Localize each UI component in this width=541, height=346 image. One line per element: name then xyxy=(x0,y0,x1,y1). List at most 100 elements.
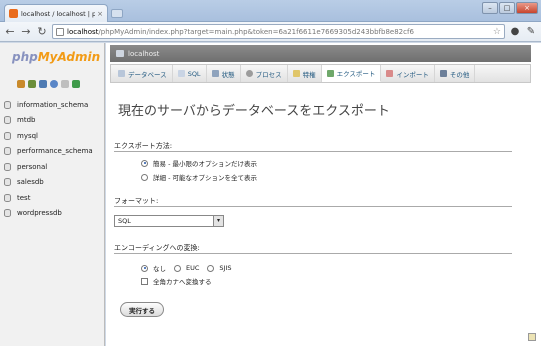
url-path: /phpMyAdmin/index.php?target=main.php&to… xyxy=(98,27,414,36)
tab-label: インポート xyxy=(396,70,429,79)
forward-icon[interactable]: → xyxy=(20,25,32,38)
tab-databases[interactable]: データベース xyxy=(113,65,173,82)
database-icon xyxy=(4,147,11,156)
database-list: information_schema mtdb mysql performanc… xyxy=(4,97,93,221)
wrench-icon[interactable]: ✎ xyxy=(525,26,537,37)
page-title: 現在のサーバからデータベースをエクスポート xyxy=(118,104,390,119)
tab-title: localhost / localhost | phpMy xyxy=(21,9,96,18)
database-item[interactable]: mysql xyxy=(4,128,93,144)
browser-tab[interactable]: localhost / localhost | phpMy × xyxy=(4,4,108,22)
tab-label: 特権 xyxy=(302,70,316,79)
tab-import[interactable]: インポート xyxy=(381,65,435,82)
export-icon xyxy=(326,69,334,77)
divider xyxy=(114,253,512,254)
database-name: mysql xyxy=(17,131,38,140)
import-icon xyxy=(386,70,394,77)
format-select[interactable]: SQL ▾ xyxy=(114,215,224,227)
database-icon xyxy=(4,162,11,171)
go-button[interactable]: 実行する xyxy=(120,302,164,317)
radio-euc[interactable] xyxy=(174,264,181,272)
docs-icon[interactable] xyxy=(61,80,69,88)
database-name: mtdb xyxy=(17,116,36,125)
help-icon[interactable] xyxy=(50,80,58,88)
database-name: personal xyxy=(17,162,48,171)
database-name: performance_schema xyxy=(17,147,93,156)
divider xyxy=(114,206,512,207)
tab-more[interactable]: その他 xyxy=(435,65,476,82)
radio-sjis[interactable] xyxy=(207,264,215,272)
tab-processes[interactable]: プロセス xyxy=(241,65,288,82)
encoding-option-euc[interactable]: EUC xyxy=(174,264,199,272)
encoding-option-sjis[interactable]: SJIS xyxy=(207,264,232,272)
page-icon xyxy=(56,27,64,36)
radio-quick-label: 簡易 - 最小限のオプションだけ表示 xyxy=(153,160,257,168)
database-icon xyxy=(118,70,125,77)
quick-links xyxy=(17,80,80,88)
encoding-options: なし EUC SJIS xyxy=(141,263,240,273)
server-breadcrumb: localhost xyxy=(110,45,531,62)
radio-quick[interactable] xyxy=(141,159,148,167)
privileges-icon xyxy=(292,70,300,77)
radio-custom-label: 詳細 - 可能なオプションを全て表示 xyxy=(153,174,257,182)
new-tab-button[interactable] xyxy=(111,9,123,18)
main-panel: localhost データベース SQL 状態 プロセス 特権 エクスポート イ… xyxy=(106,43,541,346)
star-icon[interactable]: ☆ xyxy=(493,27,501,37)
database-name: wordpressdb xyxy=(17,209,62,218)
maximize-button[interactable]: □ xyxy=(499,2,515,14)
tab-label: プロセス xyxy=(255,70,282,79)
tab-label: エクスポート xyxy=(336,70,376,78)
radio-none[interactable] xyxy=(141,264,148,272)
database-icon xyxy=(4,178,11,187)
refresh-icon[interactable] xyxy=(72,80,80,88)
database-item[interactable]: performance_schema xyxy=(4,144,93,160)
radio-custom[interactable] xyxy=(141,173,148,181)
page-menu-icon[interactable]: ● xyxy=(509,26,521,37)
database-icon xyxy=(4,193,11,202)
status-icon xyxy=(211,70,219,77)
database-item[interactable]: salesdb xyxy=(4,175,93,191)
database-name: information_schema xyxy=(17,100,89,109)
sql-query-icon[interactable] xyxy=(28,80,36,88)
encoding-option-none[interactable]: なし xyxy=(141,263,166,273)
tab-label: データベース xyxy=(128,70,167,79)
export-method-custom-option[interactable]: 詳細 - 可能なオプションを全て表示 xyxy=(141,172,257,182)
database-name: test xyxy=(17,193,31,202)
chevron-down-icon[interactable]: ▾ xyxy=(213,216,223,226)
database-item[interactable]: mtdb xyxy=(4,113,93,129)
reload-icon[interactable] xyxy=(39,80,47,88)
export-method-label: エクスポート方法: xyxy=(114,142,173,150)
minimize-button[interactable]: – xyxy=(482,2,498,14)
back-icon[interactable]: ← xyxy=(4,25,16,38)
tab-close-icon[interactable]: × xyxy=(97,10,103,18)
home-icon[interactable] xyxy=(17,80,25,88)
radio-sjis-label: SJIS xyxy=(219,264,232,272)
close-window-button[interactable]: × xyxy=(516,2,538,14)
database-item[interactable]: personal xyxy=(4,159,93,175)
radio-none-label: なし xyxy=(153,265,166,273)
navigation-panel: phpMyAdmin information_schema mtdb mysql… xyxy=(0,43,105,346)
database-item[interactable]: information_schema xyxy=(4,97,93,113)
divider xyxy=(114,151,512,152)
more-icon xyxy=(439,70,447,77)
tab-label: 状態 xyxy=(221,70,235,79)
tab-status[interactable]: 状態 xyxy=(207,65,241,82)
tab-label: SQL xyxy=(187,69,201,78)
console-icon[interactable] xyxy=(528,333,536,341)
export-method-quick-option[interactable]: 簡易 - 最小限のオプションだけ表示 xyxy=(141,158,257,168)
favicon-icon xyxy=(9,9,18,18)
tab-sql[interactable]: SQL xyxy=(173,65,207,82)
window-controls: – □ × xyxy=(482,2,538,14)
server-link[interactable]: localhost xyxy=(128,50,159,58)
database-item[interactable]: test xyxy=(4,190,93,206)
sql-icon xyxy=(177,70,185,77)
tab-label: その他 xyxy=(449,70,470,79)
phpmyadmin-logo[interactable]: phpMyAdmin xyxy=(12,50,100,64)
tab-export[interactable]: エクスポート xyxy=(321,65,382,82)
tab-privileges[interactable]: 特権 xyxy=(288,65,322,82)
database-item[interactable]: wordpressdb xyxy=(4,206,93,222)
kana-convert-checkbox[interactable] xyxy=(141,277,148,285)
reload-icon[interactable]: ↻ xyxy=(36,25,48,38)
kana-convert-option[interactable]: 全角カナへ変換する xyxy=(141,276,212,286)
address-bar[interactable]: localhost /phpMyAdmin/index.php?target=m… xyxy=(52,24,505,39)
database-icon xyxy=(4,116,11,125)
